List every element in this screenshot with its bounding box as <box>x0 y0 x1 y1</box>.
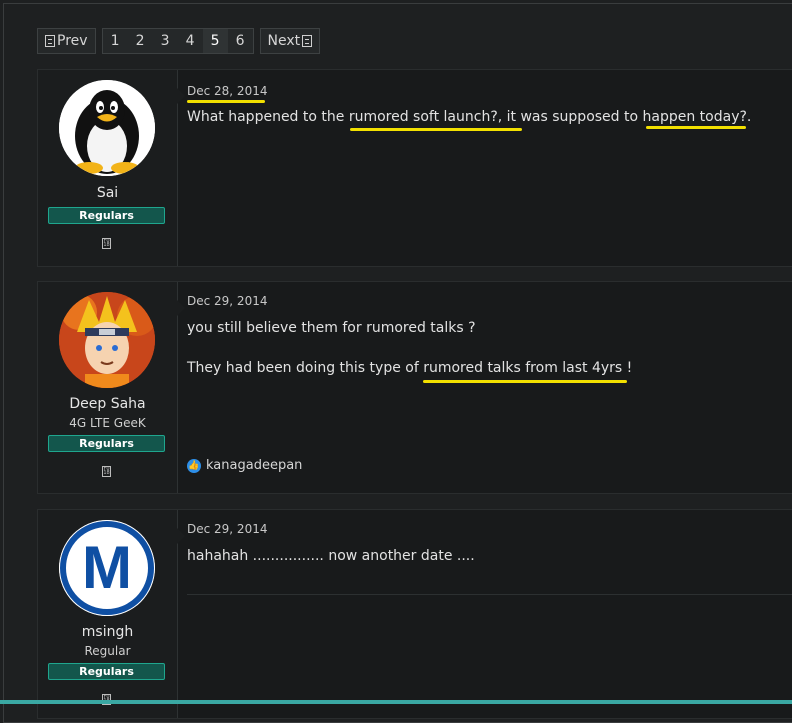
post-text: hahahah ................ now another dat… <box>187 548 475 564</box>
post-date[interactable]: Dec 28, 2014 <box>187 84 267 98</box>
gender-icon: F018 <box>102 466 111 477</box>
post-text: What happened to the rumored soft launch… <box>187 109 752 125</box>
avatar[interactable] <box>59 80 155 176</box>
user-info: M msingh Regular Regulars F018 <box>38 510 185 718</box>
user-badge: Regulars <box>48 435 165 452</box>
tux-penguin-icon <box>59 80 155 176</box>
post-2: Deep Saha 4G LTE GeeK Regulars F0 18 Dec … <box>37 281 792 494</box>
anime-avatar-icon <box>59 292 155 388</box>
user-badge: Regulars <box>48 207 165 224</box>
user-badge: Regulars <box>48 663 165 680</box>
pagination: Prev 1 2 3 4 5 6 Next <box>37 28 321 54</box>
post-3: M msingh Regular Regulars F018 Dec 29, 2… <box>37 509 792 719</box>
page-link-6[interactable]: 6 <box>227 29 253 53</box>
prev-label: Prev <box>57 33 88 49</box>
prev-button[interactable]: Prev <box>37 28 96 54</box>
avatar-letter: M <box>82 534 132 601</box>
next-button[interactable]: Next <box>259 28 321 54</box>
bottom-accent-bar <box>0 700 792 704</box>
text-highlight <box>423 380 627 383</box>
gender-icon: F018 <box>102 238 111 249</box>
avatar[interactable]: M <box>59 520 155 616</box>
reaction-user[interactable]: kanagadeepan <box>206 458 302 473</box>
next-glyph-icon <box>302 35 313 47</box>
post-divider <box>187 594 792 595</box>
prev-glyph-icon <box>45 35 55 47</box>
page-numbers: 1 2 3 4 5 6 <box>101 28 254 54</box>
page-link-3[interactable]: 3 <box>152 29 178 53</box>
user-title: Regular <box>84 644 131 658</box>
page-link-1[interactable]: 1 <box>102 29 128 53</box>
date-highlight <box>187 100 265 103</box>
page-link-5-current[interactable]: 5 <box>202 29 228 53</box>
user-title: 4G LTE GeeK <box>69 416 146 430</box>
page-link-2[interactable]: 2 <box>127 29 153 53</box>
text-highlight <box>350 128 522 131</box>
post-text-line-1: you still believe them for rumored talks… <box>187 320 476 336</box>
user-info: Deep Saha 4G LTE GeeK Regulars F0 18 <box>38 282 185 493</box>
text-highlight <box>646 126 746 129</box>
post-text-line-2: They had been doing this type of rumored… <box>187 360 633 376</box>
post-date[interactable]: Dec 29, 2014 <box>187 294 267 308</box>
page-link-4[interactable]: 4 <box>177 29 203 53</box>
username[interactable]: Sai <box>38 185 177 201</box>
user-info: Sai Regulars F0 18 <box>38 70 185 266</box>
next-label: Next <box>267 33 301 49</box>
post-date[interactable]: Dec 29, 2014 <box>187 522 267 536</box>
post-content: Dec 29, 2014 hahahah ................ no… <box>187 510 792 718</box>
post-content: Dec 29, 2014 you still believe them for … <box>187 282 792 493</box>
username[interactable]: Deep Saha <box>38 396 177 412</box>
post-content: Dec 28, 2014 What happened to the rumore… <box>187 70 792 266</box>
reaction-summary[interactable]: 👍 kanagadeepan <box>187 458 302 473</box>
avatar[interactable] <box>59 292 155 388</box>
post-1: Sai Regulars F0 18 Dec 28, 2014 What happ… <box>37 69 792 267</box>
username[interactable]: msingh <box>38 624 177 640</box>
thumbs-up-icon: 👍 <box>187 458 201 473</box>
